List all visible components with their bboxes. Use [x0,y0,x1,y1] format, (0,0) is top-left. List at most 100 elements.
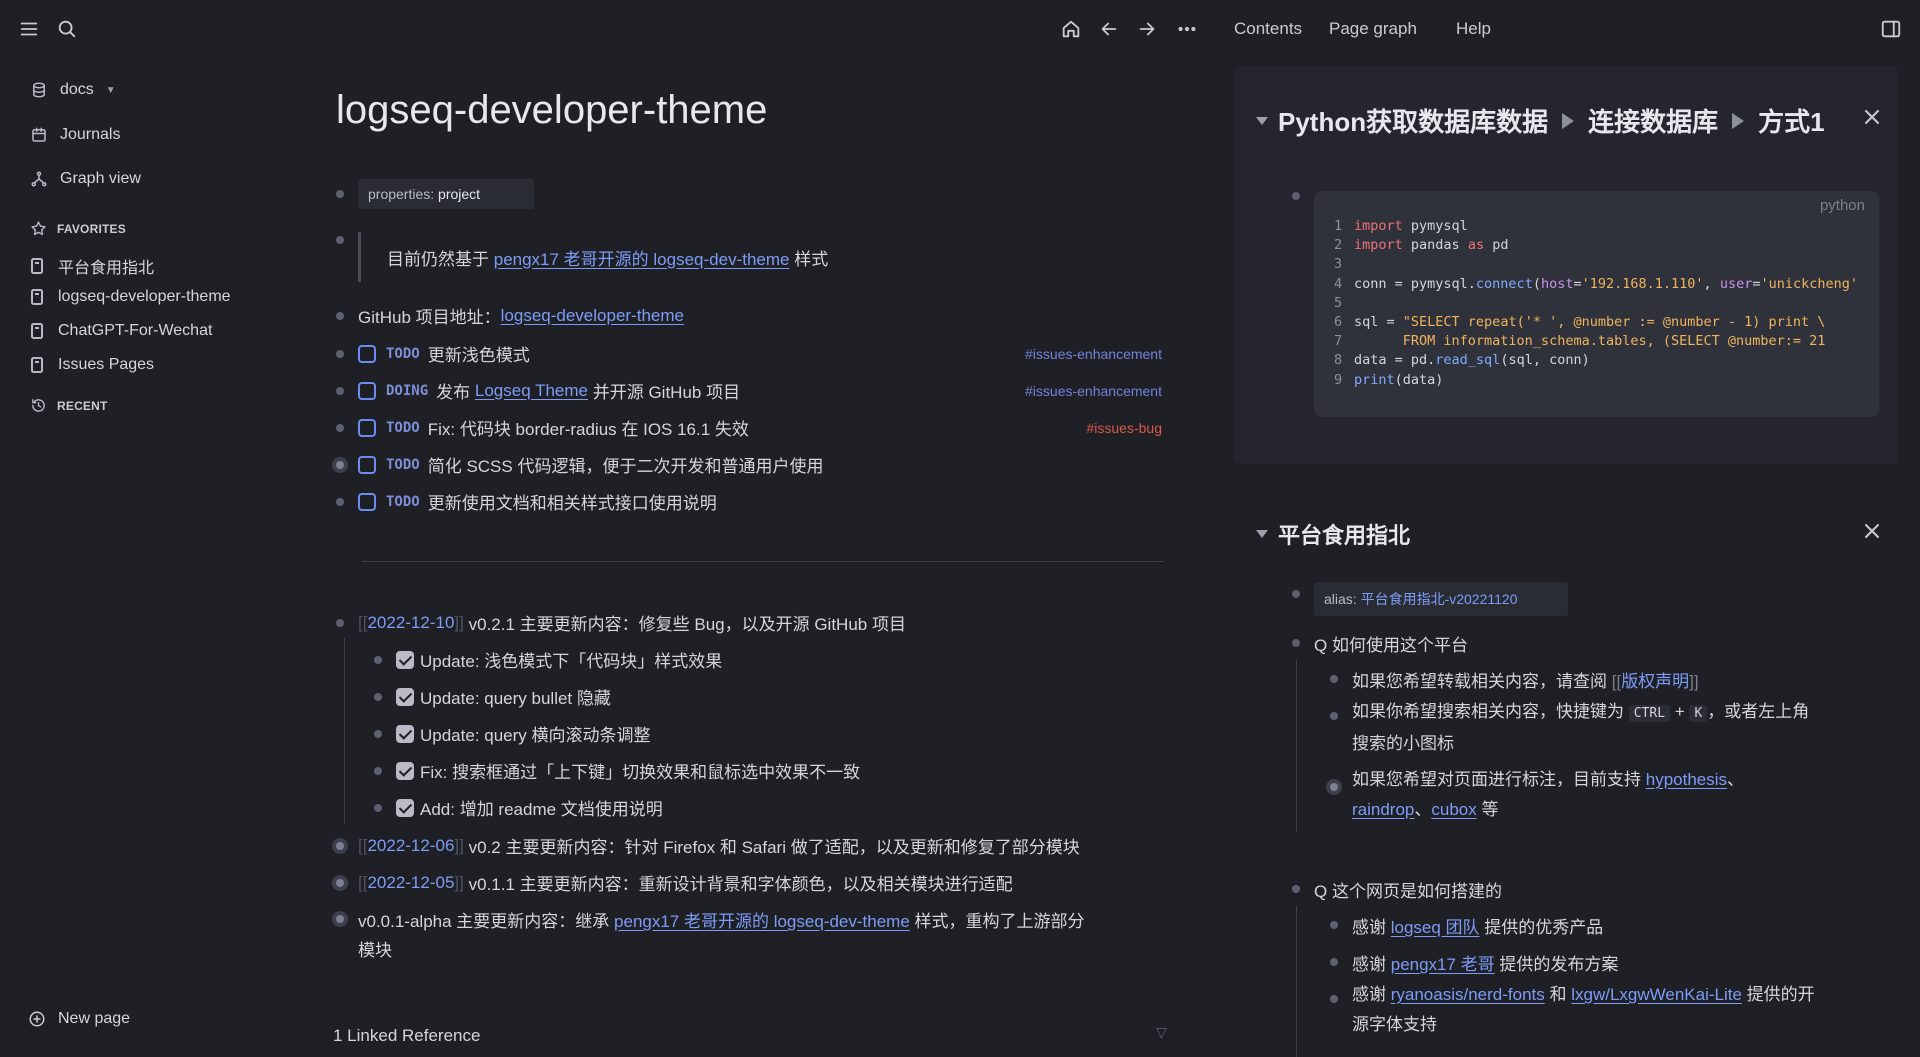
answer-item[interactable]: 如果您希望对页面进行标注，目前支持 hypothesis、 raindrop、c… [1326,770,1744,825]
bullet[interactable] [374,729,382,738]
collapsed-bullet[interactable] [332,456,348,473]
page-title[interactable]: logseq-developer-theme [336,88,767,133]
bullet[interactable] [336,236,344,244]
task-tag[interactable]: #issues-enhancement [1025,346,1162,362]
bullet[interactable] [1330,712,1338,720]
collapsed-bullet[interactable] [332,837,348,854]
subitem[interactable]: Fix: 搜索框通过「上下键」切换效果和鼠标选中效果不一致 [374,758,860,783]
date-link[interactable]: 2022-12-10 [367,613,454,632]
favorite-item[interactable]: 平台食用指北 [30,254,154,278]
breadcrumb-item[interactable]: Python获取数据库数据 [1278,102,1548,139]
date-link[interactable]: 2022-12-06 [367,836,454,855]
bullet[interactable] [1292,192,1300,200]
linked-references-header[interactable]: 1 Linked Reference [333,1026,480,1046]
graph-selector[interactable]: docs ▼ [30,81,116,99]
collapse-arrow-icon[interactable] [1256,116,1268,125]
arrow-right-icon[interactable] [1134,16,1160,42]
date-link[interactable]: 2022-12-05 [367,873,454,892]
changelog-entry[interactable]: [[2022-12-10]] v0.2.1 主要更新内容：修复些 Bug，以及开… [336,610,906,635]
subitem[interactable]: Update: query 横向滚动条调整 [374,721,651,746]
block-properties[interactable]: properties: project [336,179,534,209]
card-title[interactable]: 平台食用指北 [1278,518,1410,550]
nav-help[interactable]: Help [1456,19,1491,39]
done-checkbox[interactable] [396,687,414,706]
question-block[interactable]: Q 如何使用这个平台 [1292,631,1468,656]
sidebar-item-graph-view[interactable]: Graph view [30,170,141,188]
task-marker[interactable]: TODO [386,420,420,436]
bullet[interactable] [1292,639,1300,647]
subitem[interactable]: Add: 增加 readme 文档使用说明 [374,795,663,820]
task-link[interactable]: Logseq Theme [475,381,588,401]
logseq-team-link[interactable]: logseq 团队 [1391,918,1480,937]
date-reference[interactable]: [[2022-12-05]] [358,873,464,893]
task-marker[interactable]: TODO [386,457,420,473]
block-github[interactable]: GitHub 项目地址： logseq-developer-theme [336,303,684,328]
answer-item[interactable]: 如果您希望转载相关内容，请查阅 [[版权声明]] [1330,667,1699,692]
breadcrumb-item[interactable]: 连接数据库 [1588,102,1718,139]
task-checkbox[interactable] [358,381,376,400]
hypothesis-link[interactable]: hypothesis [1646,770,1727,789]
nerd-fonts-link[interactable]: ryanoasis/nerd-fonts [1391,985,1545,1004]
bullet[interactable] [336,190,344,198]
bullet[interactable] [336,386,344,395]
bullet[interactable] [374,766,382,775]
thanks-item[interactable]: 感谢 logseq 团队 提供的优秀产品 [1330,913,1603,938]
more-icon[interactable] [1174,16,1200,42]
task-marker[interactable]: TODO [386,346,420,362]
task-checkbox[interactable] [358,344,376,363]
raindrop-link[interactable]: raindrop [1352,800,1414,819]
github-link[interactable]: logseq-developer-theme [501,306,684,326]
task-tag[interactable]: #issues-bug [1087,420,1163,436]
menu-icon[interactable] [16,16,42,42]
bullet[interactable] [336,497,344,506]
block-quote[interactable]: 目前仍然基于 pengx17 老哥开源的 logseq-dev-theme 样式 [336,232,828,282]
date-reference[interactable]: [[2022-12-10]] [358,613,464,633]
task-row[interactable]: DOING 发布 Logseq Theme 并开源 GitHub 项目 #iss… [336,378,1162,403]
collapsed-bullet[interactable] [332,874,348,891]
code-lines[interactable]: 1 import pymysql 2 import pandas as pd 3 4… [1334,217,1858,390]
task-checkbox[interactable] [358,418,376,437]
favorites-header[interactable]: FAVORITES [30,220,126,237]
subitem[interactable]: Update: query bullet 隐藏 [374,684,611,709]
sidebar-item-journals[interactable]: Journals [30,126,120,144]
done-checkbox[interactable] [396,724,414,743]
filter-icon[interactable]: ▽ [1156,1024,1167,1041]
code-block[interactable]: python 1 import pymysql 2 import pandas as… [1314,191,1879,417]
task-row[interactable]: TODO 更新使用文档和相关样式接口使用说明 [336,489,1162,514]
favorite-item[interactable]: logseq-developer-theme [30,288,231,306]
nav-page-graph[interactable]: Page graph [1329,19,1417,39]
search-icon[interactable] [54,16,80,42]
answer-item[interactable]: 如果你希望搜索相关内容，快捷键为 CTRL + K ，或者左上角 搜索的小图标 [1330,702,1809,759]
task-row[interactable]: TODO Fix: 代码块 border-radius 在 IOS 16.1 失… [336,415,1162,440]
bullet[interactable] [1330,921,1338,929]
task-row[interactable]: TODO 更新浅色模式 #issues-enhancement [336,341,1162,366]
task-checkbox[interactable] [358,492,376,511]
close-icon[interactable] [1862,107,1882,127]
new-page-button[interactable]: New page [28,1010,130,1028]
task-checkbox[interactable] [358,455,376,474]
recent-header[interactable]: RECENT [30,397,108,414]
done-checkbox[interactable] [396,798,414,817]
done-checkbox[interactable] [396,650,414,669]
copyright-link[interactable]: 版权声明 [1621,672,1689,691]
bullet[interactable] [374,655,382,664]
done-checkbox[interactable] [396,761,414,780]
collapse-arrow-icon[interactable] [1256,530,1268,538]
question-block[interactable]: Q 这个网页是如何搭建的 [1292,877,1502,902]
bullet[interactable] [336,349,344,358]
bullet[interactable] [1330,675,1338,683]
bullet[interactable] [374,803,382,812]
collapsed-bullet[interactable] [332,911,348,927]
collapsed-bullet[interactable] [1326,779,1342,795]
task-tag[interactable]: #issues-enhancement [1025,383,1162,399]
pengx17-link[interactable]: pengx17 老哥 [1391,955,1495,974]
arrow-left-icon[interactable] [1096,16,1122,42]
bullet[interactable] [336,618,344,627]
alpha-entry[interactable]: v0.0.1-alpha 主要更新内容：继承 pengx17 老哥开源的 log… [332,907,1166,965]
breadcrumb-item[interactable]: 方式1 [1758,102,1824,139]
quote-link[interactable]: pengx17 老哥开源的 logseq-dev-theme [494,245,790,270]
bullet[interactable] [1292,885,1300,893]
lxgw-wenkai-link[interactable]: lxgw/LxgwWenKai-Lite [1571,985,1742,1004]
right-sidebar-toggle-icon[interactable] [1878,16,1904,42]
alias-link[interactable]: 平台食用指北-v20221120 [1361,591,1518,607]
